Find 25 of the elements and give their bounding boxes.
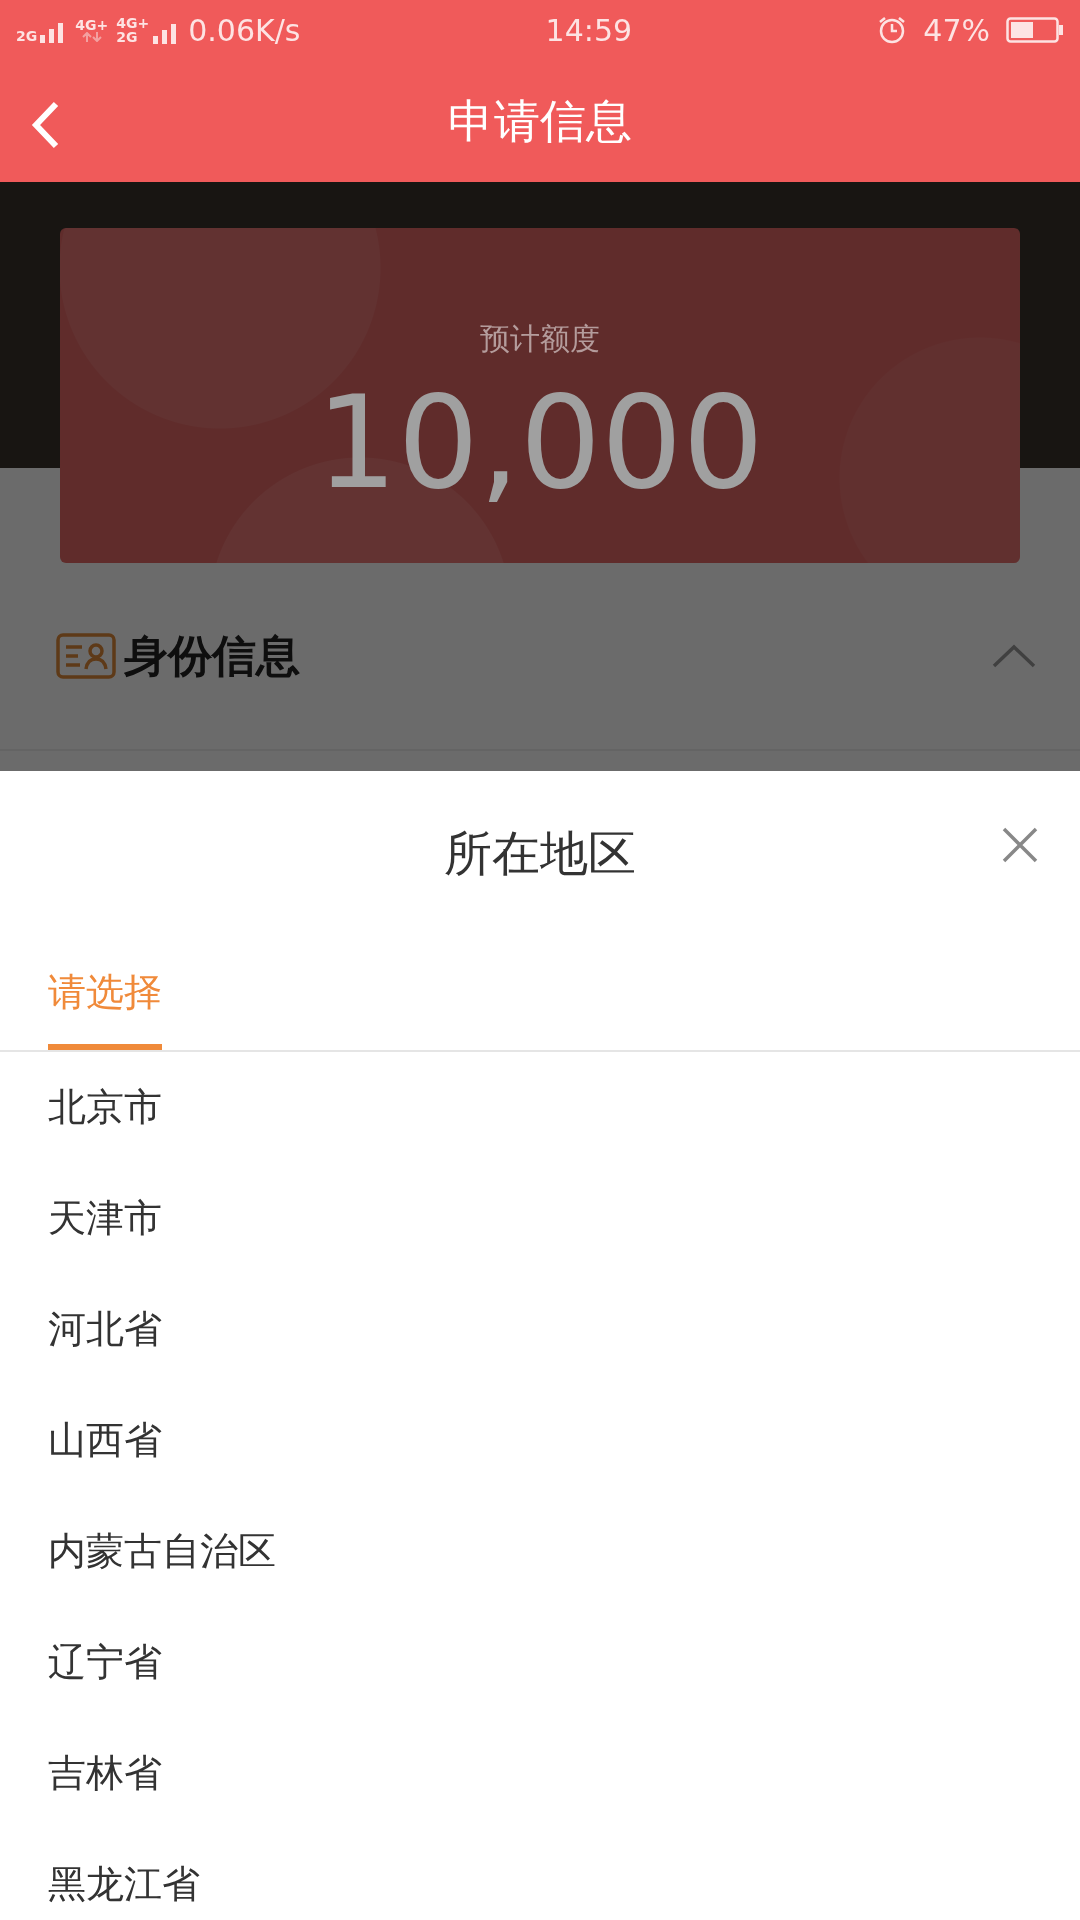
quota-label: 预计额度 <box>479 320 601 358</box>
network-label: 4G+ <box>75 18 109 32</box>
battery-percent: 47% <box>923 11 990 50</box>
network-label: 2G <box>116 30 139 44</box>
battery-icon <box>1006 17 1064 43</box>
network-label: 4G+ <box>116 16 150 30</box>
sheet-title: 所在地区 <box>444 824 636 883</box>
region-item[interactable]: 北京市 <box>48 1079 162 1136</box>
close-button[interactable] <box>1000 825 1040 865</box>
network-label: 2G <box>16 29 38 43</box>
region-item[interactable]: 吉林省 <box>48 1745 162 1802</box>
id-card-icon <box>56 633 116 679</box>
region-item[interactable]: 河北省 <box>48 1301 162 1358</box>
network-speed: 0.06K/s <box>188 11 301 50</box>
data-arrows-icon <box>81 32 102 42</box>
region-item[interactable]: 内蒙古自治区 <box>48 1523 276 1580</box>
region-item[interactable]: 天津市 <box>48 1190 162 1247</box>
region-item[interactable]: 辽宁省 <box>48 1634 162 1691</box>
page-title: 申请信息 <box>448 92 632 150</box>
section-title: 身份信息 <box>124 629 301 683</box>
status-time: 14:59 <box>544 11 634 50</box>
region-item[interactable]: 山西省 <box>48 1412 162 1469</box>
region-item[interactable]: 黑龙江省 <box>48 1856 200 1913</box>
chevron-up-icon[interactable] <box>992 643 1036 669</box>
quota-amount: 10,000 <box>315 379 765 507</box>
